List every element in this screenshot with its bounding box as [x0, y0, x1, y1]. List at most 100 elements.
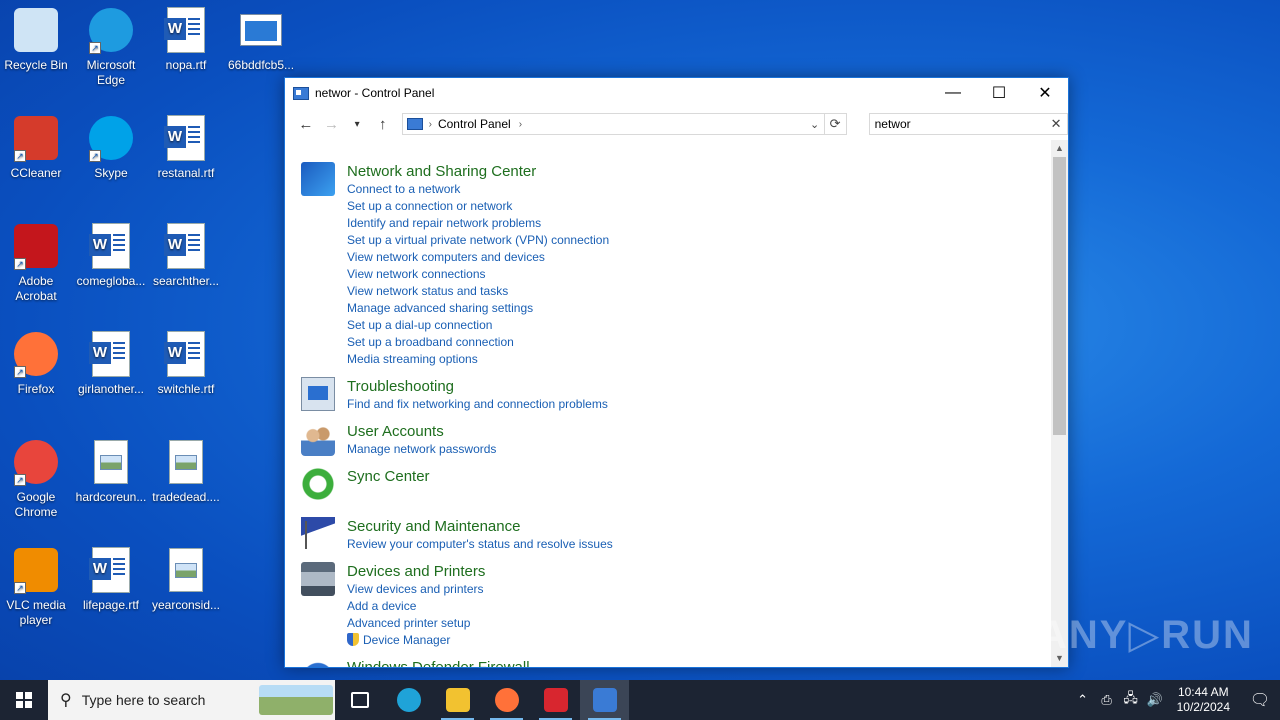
result-link[interactable]: Set up a dial-up connection — [347, 317, 609, 334]
result-link-label: Set up a virtual private network (VPN) c… — [347, 233, 610, 247]
result-link[interactable]: Manage advanced sharing settings — [347, 300, 609, 317]
network-icon[interactable]: 🖧 — [1119, 689, 1143, 711]
back-arrow-icon[interactable]: ← — [293, 111, 319, 137]
taskbar-control-panel-button[interactable] — [580, 680, 629, 720]
result-link[interactable]: Add a device — [347, 598, 485, 615]
desktop-icon-recycle-bin[interactable]: Recycle Bin — [0, 6, 74, 73]
taskbar: ⚲ Type here to search ⌃ ⎙ 🖧 🔊 10:44 AM 1… — [0, 680, 1280, 720]
result-link[interactable]: Review your computer's status and resolv… — [347, 536, 613, 553]
title-bar[interactable]: networ - Control Panel — ☐ ✕ — [285, 78, 1068, 108]
taskbar-task-view-button[interactable] — [335, 680, 384, 720]
result-link-label: Review your computer's status and resolv… — [347, 537, 613, 551]
result-link[interactable]: Set up a broadband connection — [347, 334, 609, 351]
result-link[interactable]: Set up a connection or network — [347, 198, 609, 215]
taskbar-fn-app-button[interactable] — [531, 680, 580, 720]
breadcrumb-chevron-icon[interactable]: › — [519, 119, 522, 130]
result-group: Security and Maintenance Review your comp… — [301, 517, 1051, 553]
word-icon: W — [87, 330, 135, 378]
clear-search-icon[interactable]: ✕ — [1045, 116, 1067, 132]
firewall-icon[interactable] — [301, 658, 335, 667]
desktop-icon-edge[interactable]: ↗ Microsoft Edge — [73, 6, 149, 88]
desktop-icon-window-app[interactable]: 66bddfcb5... — [223, 6, 299, 73]
desktop-icon-acrobat[interactable]: ↗ Adobe Acrobat — [0, 222, 74, 304]
scrollbar-thumb[interactable] — [1053, 157, 1066, 435]
clock[interactable]: 10:44 AM 10/2/2024 — [1167, 685, 1240, 715]
troubleshooting-icon[interactable] — [301, 377, 335, 411]
result-heading[interactable]: User Accounts — [347, 422, 496, 441]
result-group: Windows Defender Firewall — [301, 658, 1051, 667]
close-button[interactable]: ✕ — [1022, 78, 1068, 108]
result-heading[interactable]: Devices and Printers — [347, 562, 485, 581]
desktop-icon-word[interactable]: Wsearchther... — [148, 222, 224, 289]
search-box[interactable]: ✕ — [868, 113, 1069, 135]
taskbar-firefox-button[interactable] — [482, 680, 531, 720]
result-heading[interactable]: Troubleshooting — [347, 377, 608, 396]
breadcrumb-control-panel[interactable]: Control Panel — [438, 117, 511, 131]
desktop-icon-ccleaner[interactable]: ↗ CCleaner — [0, 114, 74, 181]
taskbar-search-box[interactable]: ⚲ Type here to search — [48, 680, 335, 720]
taskbar-file-explorer-button[interactable] — [433, 680, 482, 720]
address-bar[interactable]: › Control Panel › ⌄ ⟳ — [401, 113, 847, 135]
desktop-icon-label: 66bddfcb5... — [227, 58, 295, 72]
desktop-icon-chrome[interactable]: ↗ Google Chrome — [0, 438, 74, 520]
result-link[interactable]: Find and fix networking and connection p… — [347, 396, 608, 413]
desktop-icon-image[interactable]: yearconsid... — [148, 546, 224, 613]
result-link[interactable]: Media streaming options — [347, 351, 609, 368]
desktop-icon-word[interactable]: Wcomegloba... — [73, 222, 149, 289]
desktop-icon-vlc[interactable]: ↗ VLC media player — [0, 546, 74, 628]
desktop-icon-word[interactable]: Wswitchle.rtf — [148, 330, 224, 397]
desktop-icon-word[interactable]: Wnopa.rtf — [148, 6, 224, 73]
desktop-icon-image[interactable]: hardcoreun... — [73, 438, 149, 505]
vertical-scrollbar[interactable]: ▲ ▼ — [1051, 140, 1068, 667]
volume-icon[interactable]: 🔊 — [1143, 692, 1167, 708]
desktop-icon-label: switchle.rtf — [157, 382, 215, 396]
notification-center-icon[interactable]: 🗨 — [1240, 690, 1280, 710]
desktop-icon-skype[interactable]: ↗ Skype — [73, 114, 149, 181]
refresh-icon[interactable]: ⟳ — [823, 114, 846, 134]
firefox-icon: ↗ — [12, 330, 60, 378]
show-hidden-icons-chevron-icon[interactable]: ⌃ — [1071, 692, 1095, 708]
up-arrow-icon[interactable]: ↑ — [370, 111, 396, 137]
printer-icon[interactable] — [301, 562, 335, 596]
result-link[interactable]: View network status and tasks — [347, 283, 609, 300]
result-heading[interactable]: Windows Defender Firewall — [347, 658, 530, 667]
desktop-icon-label: Recycle Bin — [4, 58, 68, 72]
result-link-label: Manage network passwords — [347, 442, 497, 456]
result-link-label: Add a device — [347, 599, 417, 613]
scroll-up-icon[interactable]: ▲ — [1051, 140, 1068, 157]
result-link[interactable]: View devices and printers — [347, 581, 485, 598]
result-link[interactable]: Manage network passwords — [347, 441, 496, 458]
desktop-icon-word[interactable]: Wgirlanother... — [73, 330, 149, 397]
desktop-icon-word[interactable]: Wlifepage.rtf — [73, 546, 149, 613]
result-heading[interactable]: Sync Center — [347, 467, 430, 486]
breadcrumb-chevron-icon[interactable]: › — [429, 119, 432, 130]
result-link[interactable]: View network computers and devices — [347, 249, 609, 266]
meet-now-icon[interactable]: ⎙ — [1095, 692, 1119, 708]
result-heading[interactable]: Security and Maintenance — [347, 517, 613, 536]
desktop-icon-image[interactable]: tradedead.... — [148, 438, 224, 505]
sync-center-icon[interactable] — [301, 467, 335, 501]
taskbar-edge-button[interactable] — [384, 680, 433, 720]
result-link[interactable]: Identify and repair network problems — [347, 215, 609, 232]
address-dropdown-icon[interactable]: ⌄ — [806, 118, 824, 131]
user-accounts-icon[interactable] — [301, 422, 335, 456]
minimize-button[interactable]: — — [930, 78, 976, 108]
forward-arrow-icon[interactable]: → — [319, 111, 345, 137]
result-link[interactable]: Set up a virtual private network (VPN) c… — [347, 232, 609, 249]
search-highlight-image[interactable] — [259, 685, 333, 715]
desktop-icon-word[interactable]: Wrestanal.rtf — [148, 114, 224, 181]
result-heading[interactable]: Network and Sharing Center — [347, 162, 609, 181]
result-link[interactable]: View network connections — [347, 266, 609, 283]
maximize-button[interactable]: ☐ — [976, 78, 1022, 108]
network-icon[interactable] — [301, 162, 335, 196]
recent-locations-chevron-icon[interactable]: ▾ — [344, 111, 370, 137]
result-link[interactable]: Device Manager — [347, 632, 485, 649]
result-link[interactable]: Connect to a network — [347, 181, 609, 198]
recycle-bin-icon — [12, 6, 60, 54]
security-flag-icon[interactable] — [301, 517, 335, 551]
search-input[interactable] — [874, 117, 1046, 131]
desktop-icon-firefox[interactable]: ↗ Firefox — [0, 330, 74, 397]
result-link[interactable]: Advanced printer setup — [347, 615, 485, 632]
edge-icon — [396, 688, 421, 712]
start-button[interactable] — [0, 680, 48, 720]
